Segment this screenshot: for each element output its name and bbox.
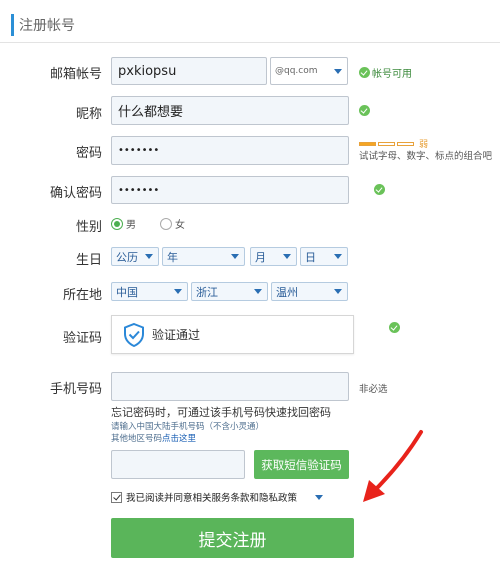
password-input[interactable]: ••••••• bbox=[111, 136, 349, 165]
confirm-password-input[interactable]: ••••••• bbox=[111, 176, 349, 204]
check-circle-icon bbox=[373, 184, 385, 195]
location-country-select[interactable]: 中国 bbox=[111, 282, 188, 301]
chevron-down-icon bbox=[174, 289, 182, 294]
gender-female-label: 女 bbox=[175, 220, 185, 231]
province-value: 浙江 bbox=[196, 285, 218, 299]
country-value: 中国 bbox=[116, 285, 138, 299]
day-value: 日 bbox=[305, 250, 316, 264]
phone-hint-mainland: 请输入中国大陆手机号码（不含小灵通） bbox=[111, 422, 265, 432]
get-sms-code-button[interactable]: 获取短信验证码 bbox=[254, 450, 349, 479]
header-accent-bar bbox=[11, 14, 14, 36]
chevron-down-icon bbox=[254, 289, 262, 294]
gender-option-male[interactable]: 男 bbox=[111, 216, 136, 231]
email-status: 帐号可用 bbox=[359, 65, 412, 80]
month-value: 月 bbox=[255, 250, 266, 264]
chevron-down-icon bbox=[334, 289, 342, 294]
calendar-value: 公历 bbox=[116, 250, 138, 264]
captcha-status-text: 验证通过 bbox=[152, 328, 201, 342]
captcha-label: 验证码 bbox=[62, 331, 102, 346]
birthday-month-select[interactable]: 月 bbox=[250, 247, 297, 266]
agreement-checkbox[interactable] bbox=[111, 491, 122, 503]
email-input[interactable]: pxkiopsu bbox=[111, 57, 267, 85]
confirm-password-label: 确认密码 bbox=[49, 186, 102, 201]
phone-input[interactable] bbox=[111, 372, 349, 401]
location-city-select[interactable]: 温州 bbox=[271, 282, 348, 301]
phone-hint-other-link[interactable]: 点击这里 bbox=[162, 434, 196, 444]
gender-option-female[interactable]: 女 bbox=[160, 216, 185, 231]
strength-segment bbox=[378, 141, 395, 146]
chevron-down-icon bbox=[334, 68, 342, 74]
year-value: 年 bbox=[167, 250, 178, 264]
check-circle-icon bbox=[359, 67, 370, 78]
phone-label: 手机号码 bbox=[49, 382, 102, 397]
chevron-down-icon bbox=[231, 254, 239, 259]
birthday-label: 生日 bbox=[75, 253, 102, 268]
shield-check-icon bbox=[124, 322, 144, 347]
page-title: 注册帐号 bbox=[19, 18, 75, 34]
nickname-label: 昵称 bbox=[75, 107, 102, 122]
strength-segment bbox=[359, 141, 376, 146]
email-value: pxkiopsu bbox=[118, 63, 177, 79]
location-label: 所在地 bbox=[62, 288, 102, 303]
chevron-down-icon[interactable] bbox=[315, 494, 324, 500]
header-divider bbox=[0, 42, 500, 43]
birthday-year-select[interactable]: 年 bbox=[162, 247, 245, 266]
chevron-down-icon bbox=[334, 254, 342, 259]
check-circle-icon bbox=[359, 105, 370, 116]
email-status-text: 帐号可用 bbox=[372, 69, 412, 80]
agreement-text[interactable]: 我已阅读并同意相关服务条款和隐私政策 bbox=[126, 490, 297, 504]
radio-unselected-icon bbox=[160, 217, 172, 230]
password-hint: 试试字母、数字、标点的组合吧 bbox=[359, 151, 493, 162]
password-value: ••••••• bbox=[118, 145, 160, 156]
email-domain-select[interactable]: @qq.com bbox=[270, 57, 348, 85]
submit-button[interactable]: 提交注册 bbox=[111, 518, 354, 558]
phone-hint-other-prefix: 其他地区号码 bbox=[111, 434, 163, 444]
email-domain-value: @qq.com bbox=[275, 66, 318, 76]
sms-code-input[interactable] bbox=[111, 450, 245, 479]
gender-label: 性别 bbox=[75, 220, 102, 235]
strength-segment bbox=[397, 141, 414, 146]
chevron-down-icon bbox=[145, 254, 153, 259]
radio-selected-icon bbox=[111, 217, 123, 230]
password-label: 密码 bbox=[75, 146, 102, 161]
nickname-value: 什么都想要 bbox=[118, 105, 184, 120]
birthday-day-select[interactable]: 日 bbox=[300, 247, 348, 266]
phone-note: 忘记密码时，可通过该手机号码快速找回密码 bbox=[111, 406, 331, 419]
confirm-password-value: ••••••• bbox=[118, 184, 160, 196]
phone-hint-other: 其他地区号码点击这里 bbox=[111, 432, 196, 444]
phone-optional-text: 非必选 bbox=[359, 384, 388, 395]
location-province-select[interactable]: 浙江 bbox=[191, 282, 268, 301]
agreement-row: 我已阅读并同意相关服务条款和隐私政策 bbox=[111, 490, 324, 504]
annotation-arrow-icon bbox=[363, 430, 423, 502]
gender-male-label: 男 bbox=[126, 220, 136, 231]
chevron-down-icon bbox=[283, 254, 291, 259]
nickname-input[interactable]: 什么都想要 bbox=[111, 96, 349, 125]
email-label: 邮箱帐号 bbox=[49, 67, 102, 82]
check-circle-icon bbox=[388, 322, 400, 333]
city-value: 温州 bbox=[276, 285, 298, 299]
birthday-calendar-select[interactable]: 公历 bbox=[111, 247, 159, 266]
captcha-widget[interactable]: 验证通过 bbox=[111, 315, 354, 354]
